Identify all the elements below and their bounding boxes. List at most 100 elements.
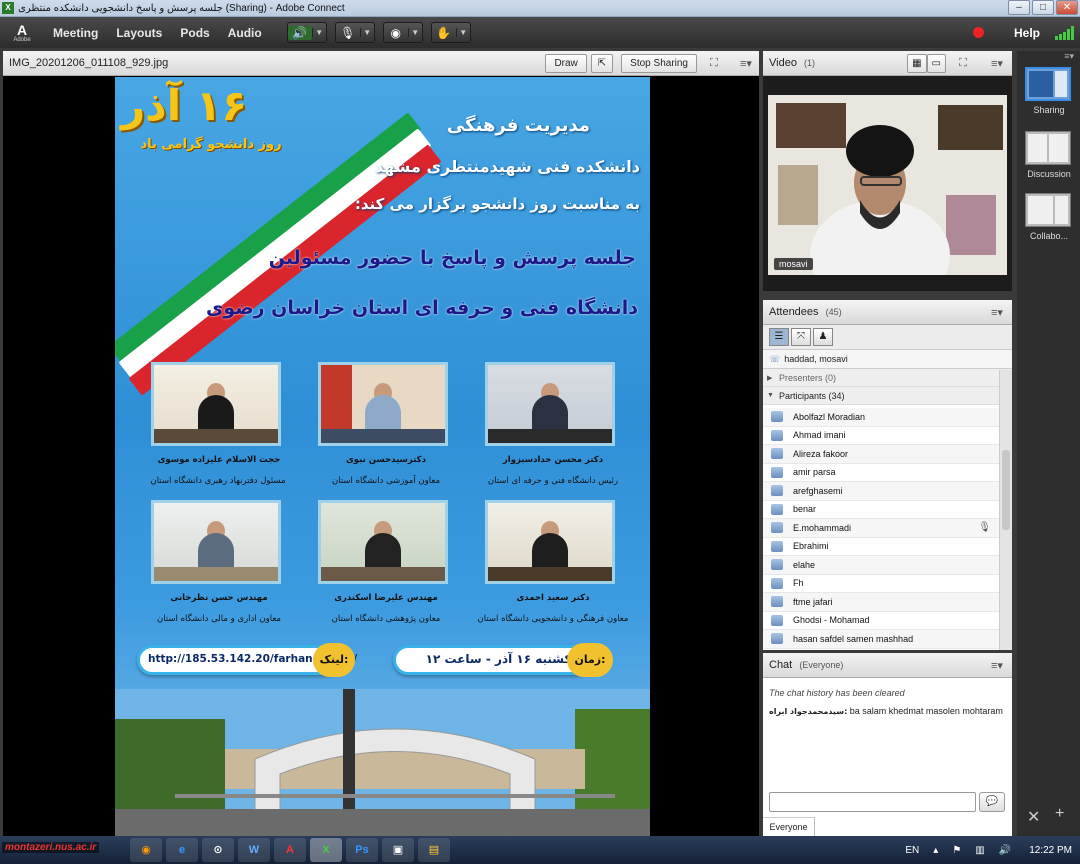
maximize-button[interactable]: □ xyxy=(1032,0,1054,15)
close-window-button[interactable]: ✕ xyxy=(1056,0,1078,15)
chevron-right-icon[interactable]: ▶ xyxy=(767,374,779,382)
photoshop-icon[interactable]: Ps xyxy=(346,838,378,862)
chevron-down-icon[interactable]: ▼ xyxy=(359,28,374,37)
chevron-down-icon[interactable]: ▼ xyxy=(455,28,470,37)
attendees-pod-header: Attendees (45) ≡▾ xyxy=(763,300,1012,325)
speaker-control[interactable]: 🔊 ▼ xyxy=(286,22,327,43)
adobe-connect-taskbar-icon[interactable]: X xyxy=(310,838,342,862)
help-menu[interactable]: Help xyxy=(1014,26,1040,40)
layout-thumbnail xyxy=(1025,131,1071,165)
chat-cleared-notice: The chat history has been cleared xyxy=(769,688,905,698)
pod-options-icon[interactable]: ≡▾ xyxy=(1064,51,1074,62)
participant-row[interactable]: ftme jafari xyxy=(763,593,999,612)
menu-meeting[interactable]: Meeting xyxy=(53,26,98,40)
add-layout-icon[interactable]: + xyxy=(1055,805,1064,823)
microphone-icon[interactable]: 🎙 xyxy=(336,26,360,40)
microphone-control[interactable]: 🎙 ▼ xyxy=(334,22,375,43)
layout-discussion[interactable]: Discussion xyxy=(1025,131,1073,179)
chevron-down-icon[interactable]: ▼ xyxy=(407,28,422,37)
draw-button[interactable]: Draw xyxy=(545,54,587,73)
minimize-button[interactable]: – xyxy=(1008,0,1030,15)
participant-row[interactable]: E.mohammadi 🎙 xyxy=(763,519,999,538)
poster-badge-subtitle: روز دانشجو گرامی باد xyxy=(140,137,282,152)
attendees-scrollbar[interactable] xyxy=(999,370,1012,650)
edge-icon[interactable]: e xyxy=(166,838,198,862)
person-name: دکتر محسن حدادسبزوار xyxy=(502,455,604,465)
user-icon xyxy=(771,485,783,497)
attendees-toolbar: ☰ ⤧ ♟ xyxy=(763,325,1012,350)
layout-collaboration[interactable]: Collabo... xyxy=(1025,193,1073,241)
pointer-tool-button[interactable]: ⇱ xyxy=(590,54,614,73)
chevron-up-icon[interactable]: ▴ xyxy=(933,845,938,856)
word-icon[interactable]: W xyxy=(238,838,270,862)
fullscreen-icon[interactable]: ⛶ xyxy=(952,57,974,70)
menu-pods[interactable]: Pods xyxy=(180,26,209,40)
user-icon xyxy=(771,596,783,608)
fullscreen-icon[interactable]: ⛶ xyxy=(703,57,725,70)
stop-sharing-button[interactable]: Stop Sharing xyxy=(621,54,697,73)
webcam-feed[interactable]: mosavi xyxy=(768,95,1007,275)
participant-row[interactable]: Ghodsi - Mohamad xyxy=(763,612,999,630)
scrollbar-thumb[interactable] xyxy=(1002,450,1010,530)
participant-row[interactable]: Abolfazl Moradian xyxy=(763,408,999,427)
window-title-bar: X جلسه پرسش و پاسخ دانشجویی دانشکده منتظ… xyxy=(0,0,1080,17)
pod-options-icon[interactable]: ≡▾ xyxy=(735,57,757,70)
participant-row[interactable]: arefghasemi xyxy=(763,482,999,501)
participant-row[interactable]: Ahmad imani xyxy=(763,427,999,445)
photo-person-6 xyxy=(151,500,281,584)
input-language[interactable]: EN xyxy=(905,845,919,856)
participant-row[interactable]: Ebrahimi xyxy=(763,538,999,556)
layout-sharing[interactable]: Sharing xyxy=(1025,67,1073,115)
participant-row[interactable]: Alireza fakoor xyxy=(763,445,999,464)
raise-hand-icon[interactable]: ✋ xyxy=(432,26,456,40)
flag-icon[interactable]: ⚑ xyxy=(952,845,961,856)
menu-audio[interactable]: Audio xyxy=(228,26,262,40)
person-name: مهندس حسن نظرخانی xyxy=(170,593,268,603)
participant-row[interactable]: benar xyxy=(763,501,999,519)
pod-options-icon[interactable]: ≡▾ xyxy=(986,659,1008,672)
participant-row[interactable]: Fh xyxy=(763,575,999,593)
participant-row[interactable]: elahe xyxy=(763,556,999,575)
status-view-icon[interactable]: ♟ xyxy=(813,328,833,346)
firefox-icon[interactable]: ◉ xyxy=(130,838,162,862)
close-icon[interactable]: ✕ xyxy=(1027,807,1040,827)
participants-group[interactable]: ▼ Participants (34) xyxy=(763,387,1012,405)
poster-header3: به مناسبت روز دانشجو برگزار می کند: xyxy=(354,195,640,213)
volume-icon[interactable]: 🔊 xyxy=(999,845,1011,856)
record-icon[interactable] xyxy=(972,27,984,38)
file-explorer-icon[interactable]: ▤ xyxy=(418,838,450,862)
photo-person-3 xyxy=(151,362,281,446)
network-icon[interactable]: ▥ xyxy=(975,845,984,856)
person-name: دکترسیدحسن نبوی xyxy=(346,455,426,465)
speaker-icon[interactable]: 🔊 xyxy=(287,25,312,40)
remote-desktop-icon[interactable]: ▣ xyxy=(382,838,414,862)
participant-row[interactable]: amir parsa xyxy=(763,464,999,482)
raise-hand-control[interactable]: ✋ ▼ xyxy=(430,22,471,43)
presenters-group[interactable]: ▶ Presenters (0) xyxy=(763,369,1012,387)
grid-view-icon[interactable]: ▦ xyxy=(907,54,927,73)
participants-list: Abolfazl Moradian Ahmad imani Alireza fa… xyxy=(763,408,999,650)
menu-layouts[interactable]: Layouts xyxy=(116,26,162,40)
pod-options-icon[interactable]: ≡▾ xyxy=(986,306,1008,319)
chevron-down-icon[interactable]: ▼ xyxy=(767,392,779,399)
list-view-icon[interactable]: ☰ xyxy=(769,328,789,346)
breakout-icon[interactable]: ⤧ xyxy=(791,328,811,346)
pod-options-icon[interactable]: ≡▾ xyxy=(986,57,1008,70)
acrobat-icon[interactable]: A xyxy=(274,838,306,862)
poster-badge-date: ۱۶ آذر xyxy=(121,81,248,130)
app-icon[interactable]: ⊙ xyxy=(202,838,234,862)
chevron-down-icon[interactable]: ▼ xyxy=(311,28,326,37)
participant-row[interactable]: hasan safdel samen mashhad xyxy=(763,630,999,649)
webcam-control[interactable]: ◉ ▼ xyxy=(382,22,423,43)
share-pod: IMG_20201206_011108_929.jpg Draw ⇱ Stop … xyxy=(3,51,759,836)
send-message-icon[interactable]: 💬 xyxy=(979,792,1005,812)
adobe-connect-window: { "window": {"title": "جلسه پرسش و پاسخ … xyxy=(0,0,1080,864)
adobe-logo: A Adobe xyxy=(13,21,31,43)
chat-input[interactable] xyxy=(769,792,976,812)
filmstrip-view-icon[interactable]: ▭ xyxy=(926,54,946,73)
user-icon xyxy=(771,411,783,423)
webcam-icon[interactable]: ◉ xyxy=(384,26,408,40)
site-watermark: montazeri.nus.ac.ir xyxy=(2,842,100,853)
clock[interactable]: 12:22 PM xyxy=(1029,845,1072,856)
chat-tab-everyone[interactable]: Everyone xyxy=(763,817,815,836)
